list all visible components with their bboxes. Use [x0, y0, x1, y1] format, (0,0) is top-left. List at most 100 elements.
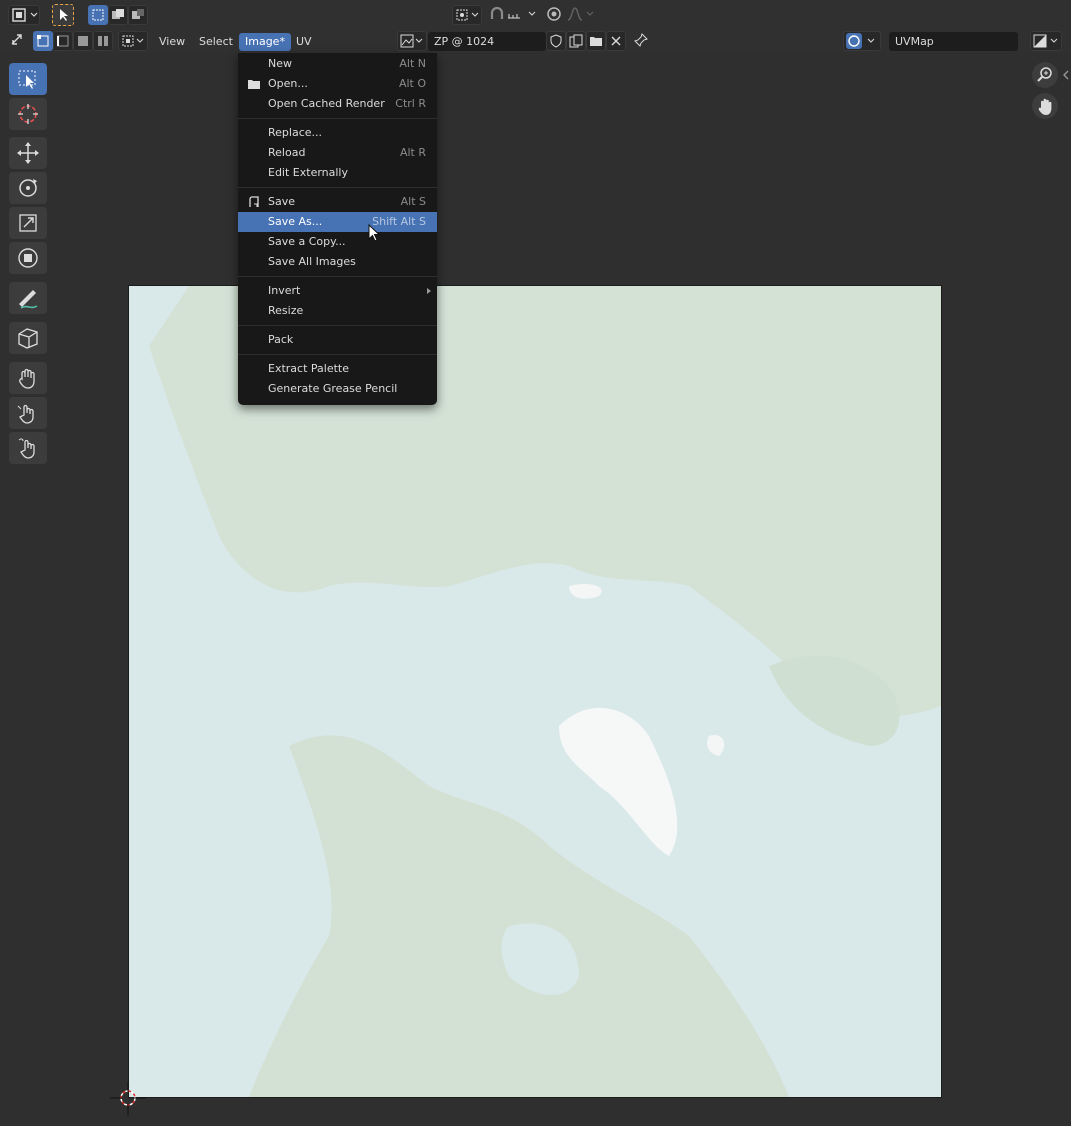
arrow-cursor-icon [60, 9, 68, 21]
uv-map-field[interactable]: UVMap [889, 32, 1018, 51]
snap-toggle[interactable] [488, 5, 508, 25]
select-new-button[interactable] [88, 5, 108, 25]
folder-icon [248, 80, 260, 89]
menu-item-save-all-images[interactable]: Save All Images [238, 252, 437, 272]
menu-item-invert[interactable]: Invert [238, 281, 437, 301]
menu-item-open-cached-render[interactable]: Open Cached Render Ctrl R [238, 94, 437, 114]
falloff-curve-icon [567, 7, 594, 21]
submenu-arrow-icon [427, 288, 431, 294]
menu-item-generate-grease-pencil[interactable]: Generate Grease Pencil [238, 379, 437, 399]
edge-select-icon [57, 35, 69, 47]
menu-separator [238, 276, 437, 277]
tool-rotate[interactable] [9, 172, 47, 204]
menu-item-resize[interactable]: Resize [238, 301, 437, 321]
menu-item-new[interactable]: New Alt N [238, 54, 437, 74]
pin-button[interactable] [632, 31, 652, 51]
2d-cursor[interactable] [110, 1080, 146, 1116]
menu-item-edit-externally[interactable]: Edit Externally [238, 163, 437, 183]
tool-grab[interactable] [9, 362, 47, 394]
select-new-icon [92, 9, 104, 21]
new-image-button[interactable] [566, 31, 586, 51]
menu-item-extract-palette[interactable]: Extract Palette [238, 359, 437, 379]
face-select-icon [78, 36, 88, 46]
island-select-button[interactable] [93, 31, 113, 51]
annotate-icon [19, 290, 38, 309]
hand-pan-icon [1038, 98, 1052, 115]
vertex-select-button[interactable] [33, 31, 53, 51]
vertex-select-icon [37, 35, 49, 47]
zoom-icon [1037, 67, 1052, 82]
snap-target-button[interactable] [506, 5, 540, 25]
select-subtract-icon [132, 9, 144, 19]
uv-sync-toggle[interactable] [8, 31, 28, 51]
chevron-left-icon [1063, 70, 1069, 80]
face-select-button[interactable] [73, 31, 93, 51]
select-extend-icon [112, 9, 124, 19]
rip-region-icon [18, 328, 38, 349]
pin-icon [634, 33, 648, 47]
display-channels-icon [1033, 34, 1058, 48]
tool-transform[interactable] [9, 242, 47, 274]
browse-image-button[interactable] [397, 31, 427, 51]
menu-image[interactable]: Image* [239, 33, 291, 51]
tool-pinch[interactable] [9, 432, 47, 464]
menu-separator [238, 118, 437, 119]
header-bar: View Select Image* UV ZP @ 1024 UVMap [0, 29, 1071, 53]
menu-view[interactable]: View [153, 33, 191, 51]
sticky-select-button[interactable] [118, 31, 148, 51]
menu-item-save-as[interactable]: Save As... Shift Alt S [238, 212, 437, 232]
select-subtract-button[interactable] [128, 5, 148, 25]
unlink-image-button[interactable] [606, 31, 626, 51]
uv-map-browse-button[interactable] [843, 31, 881, 51]
mouse-pointer [368, 223, 382, 244]
selection-mode-button[interactable] [52, 4, 74, 26]
duplicate-icon [569, 34, 583, 48]
zoom-navigate-button[interactable] [1032, 62, 1058, 88]
image-menu-dropdown: New Alt N Open... Alt O Open Cached Render… [238, 53, 437, 405]
menu-select[interactable]: Select [193, 33, 239, 51]
tool-cursor[interactable] [9, 98, 47, 130]
folder-icon [590, 37, 602, 46]
menu-uv[interactable]: UV [290, 33, 318, 51]
menu-item-replace[interactable]: Replace... [238, 123, 437, 143]
shield-icon [550, 34, 562, 48]
tool-annotate[interactable] [9, 282, 47, 314]
proportional-edit-icon [547, 7, 561, 21]
image-browse-icon [400, 34, 423, 48]
tool-relax[interactable] [9, 397, 47, 429]
sidebar-toggle[interactable] [1061, 68, 1071, 82]
menu-separator [238, 187, 437, 188]
menu-item-pack[interactable]: Pack [238, 330, 437, 350]
falloff-button[interactable] [565, 5, 597, 25]
select-extend-button[interactable] [108, 5, 128, 25]
uv-map-icon [846, 33, 875, 49]
pivot-point-button[interactable] [452, 5, 482, 25]
map-texture [129, 286, 941, 1097]
image-canvas[interactable] [128, 285, 942, 1098]
menu-item-save-a-copy[interactable]: Save a Copy... [238, 232, 437, 252]
menu-item-reload[interactable]: Reload Alt R [238, 143, 437, 163]
pan-navigate-button[interactable] [1032, 93, 1058, 119]
tool-move[interactable] [9, 137, 47, 169]
pinch-icon [18, 438, 35, 459]
sticky-select-icon [122, 35, 144, 47]
tool-scale[interactable] [9, 207, 47, 239]
fake-user-button[interactable] [546, 31, 566, 51]
image-name-field[interactable]: ZP @ 1024 [428, 32, 546, 51]
tool-select-box[interactable] [9, 63, 47, 95]
display-channels-button[interactable] [1030, 31, 1062, 51]
editor-type-button[interactable] [8, 5, 40, 25]
image-editor-icon [12, 8, 38, 22]
menu-item-save[interactable]: Save Alt S [238, 192, 437, 212]
snap-increment-icon [508, 11, 536, 19]
move-icon [17, 142, 39, 164]
select-box-icon [18, 70, 36, 89]
pivot-icon [456, 9, 479, 21]
menu-separator [238, 325, 437, 326]
proportional-edit-toggle[interactable] [545, 5, 565, 25]
menu-item-open[interactable]: Open... Alt O [238, 74, 437, 94]
edge-select-button[interactable] [53, 31, 73, 51]
open-image-button[interactable] [586, 31, 606, 51]
tool-rip-region[interactable] [9, 322, 47, 354]
cursor-icon [18, 104, 38, 124]
